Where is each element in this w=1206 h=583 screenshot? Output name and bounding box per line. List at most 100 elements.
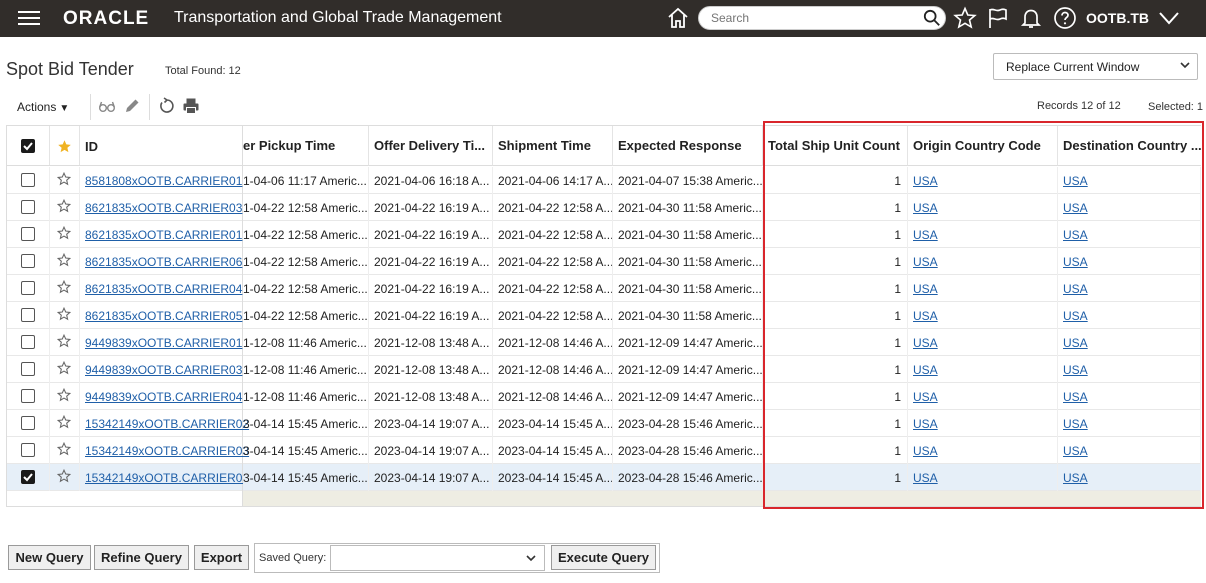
cell-destination-country-link[interactable]: USA bbox=[1063, 363, 1088, 377]
cell-origin-country-link[interactable]: USA bbox=[913, 282, 938, 296]
row-checkbox[interactable] bbox=[21, 281, 35, 295]
cell-destination-country-link[interactable]: USA bbox=[1063, 174, 1088, 188]
table-row[interactable]: 8621835xOOTB.CARRIER05 bbox=[7, 302, 242, 329]
user-name[interactable]: OOTB.TB bbox=[1086, 10, 1149, 26]
row-id-link[interactable]: 8581808xOOTB.CARRIER01 bbox=[85, 174, 242, 188]
cell-origin-country-link[interactable]: USA bbox=[913, 363, 938, 377]
edit-pencil-icon[interactable] bbox=[123, 97, 141, 115]
view-glasses-icon[interactable] bbox=[98, 97, 116, 115]
execute-query-button[interactable]: Execute Query bbox=[551, 545, 656, 570]
favorite-star-icon[interactable] bbox=[57, 307, 71, 321]
table-row[interactable]: 1-04-22 12:58 Americ... 2021-04-22 16:19 … bbox=[243, 221, 1201, 248]
cell-origin-country-link[interactable]: USA bbox=[913, 309, 938, 323]
cell-origin-country-link[interactable]: USA bbox=[913, 201, 938, 215]
row-id-link[interactable]: 9449839xOOTB.CARRIER03 bbox=[85, 363, 242, 377]
cell-origin-country-link[interactable]: USA bbox=[913, 417, 938, 431]
table-row[interactable]: 1-12-08 11:46 Americ... 2021-12-08 13:48 … bbox=[243, 356, 1201, 383]
refresh-icon[interactable] bbox=[158, 97, 176, 115]
table-row[interactable]: 8621835xOOTB.CARRIER04 bbox=[7, 275, 242, 302]
row-checkbox[interactable] bbox=[21, 389, 35, 403]
cell-origin-country-link[interactable]: USA bbox=[913, 336, 938, 350]
hamburger-menu-icon[interactable] bbox=[18, 11, 40, 26]
favorite-star-icon[interactable] bbox=[57, 334, 71, 348]
table-row[interactable]: 3-04-14 15:45 Americ... 2023-04-14 19:07 … bbox=[243, 437, 1201, 464]
table-row[interactable]: 8621835xOOTB.CARRIER03 bbox=[7, 194, 242, 221]
favorite-star-icon[interactable] bbox=[57, 226, 71, 240]
refine-query-button[interactable]: Refine Query bbox=[94, 545, 189, 570]
column-header-delivery[interactable]: Offer Delivery Ti... bbox=[369, 126, 493, 166]
table-row[interactable]: 9449839xOOTB.CARRIER01 bbox=[7, 329, 242, 356]
export-button[interactable]: Export bbox=[194, 545, 249, 570]
cell-destination-country-link[interactable]: USA bbox=[1063, 255, 1088, 269]
row-id-link[interactable]: 8621835xOOTB.CARRIER04 bbox=[85, 282, 242, 296]
table-row[interactable]: 8621835xOOTB.CARRIER06 bbox=[7, 248, 242, 275]
favorite-header-star-icon[interactable] bbox=[57, 139, 72, 154]
table-row[interactable]: 15342149xOOTB.CARRIER03 bbox=[7, 437, 249, 464]
row-id-link[interactable]: 8621835xOOTB.CARRIER06 bbox=[85, 255, 242, 269]
cell-destination-country-link[interactable]: USA bbox=[1063, 336, 1088, 350]
table-row[interactable]: 1-04-22 12:58 Americ... 2021-04-22 16:19 … bbox=[243, 275, 1201, 302]
row-id-link[interactable]: 15342149xOOTB.CARRIER01 bbox=[85, 471, 249, 485]
favorite-star-icon[interactable] bbox=[57, 415, 71, 429]
row-id-link[interactable]: 9449839xOOTB.CARRIER01 bbox=[85, 336, 242, 350]
favorite-star-icon[interactable] bbox=[57, 199, 71, 213]
cell-destination-country-link[interactable]: USA bbox=[1063, 390, 1088, 404]
table-row[interactable]: 1-04-06 11:17 Americ... 2021-04-06 16:18 … bbox=[243, 167, 1201, 194]
cell-destination-country-link[interactable]: USA bbox=[1063, 309, 1088, 323]
row-id-link[interactable]: 8621835xOOTB.CARRIER01 bbox=[85, 228, 242, 242]
favorite-star-icon[interactable] bbox=[57, 442, 71, 456]
table-row[interactable]: 9449839xOOTB.CARRIER03 bbox=[7, 356, 242, 383]
column-header-shipment-time[interactable]: Shipment Time bbox=[493, 126, 613, 166]
row-checkbox[interactable] bbox=[21, 200, 35, 214]
row-checkbox[interactable] bbox=[21, 470, 35, 484]
print-icon[interactable] bbox=[182, 97, 200, 115]
row-checkbox[interactable] bbox=[21, 173, 35, 187]
favorite-star-icon[interactable] bbox=[57, 361, 71, 375]
table-row[interactable]: 1-12-08 11:46 Americ... 2021-12-08 13:48 … bbox=[243, 383, 1201, 410]
table-row[interactable]: 15342149xOOTB.CARRIER01 bbox=[7, 464, 249, 491]
search-icon[interactable] bbox=[923, 9, 941, 27]
column-header-destination-country[interactable]: Destination Country ... bbox=[1058, 126, 1201, 166]
row-id-link[interactable]: 9449839xOOTB.CARRIER04 bbox=[85, 390, 242, 404]
table-row[interactable]: 9449839xOOTB.CARRIER04 bbox=[7, 383, 242, 410]
favorite-star-icon[interactable] bbox=[57, 253, 71, 267]
column-header-id[interactable]: ID bbox=[85, 139, 98, 154]
cell-destination-country-link[interactable]: USA bbox=[1063, 471, 1088, 485]
table-row[interactable]: 15342149xOOTB.CARRIER02 bbox=[7, 410, 249, 437]
row-checkbox[interactable] bbox=[21, 308, 35, 322]
favorite-star-icon[interactable] bbox=[57, 388, 71, 402]
home-icon[interactable] bbox=[666, 6, 690, 30]
row-checkbox[interactable] bbox=[21, 227, 35, 241]
cell-origin-country-link[interactable]: USA bbox=[913, 471, 938, 485]
column-header-total-ship-unit-count[interactable]: Total Ship Unit Count bbox=[763, 126, 908, 166]
table-row[interactable]: 1-04-22 12:58 Americ... 2021-04-22 16:19 … bbox=[243, 302, 1201, 329]
cell-destination-country-link[interactable]: USA bbox=[1063, 444, 1088, 458]
table-row[interactable]: 8621835xOOTB.CARRIER01 bbox=[7, 221, 242, 248]
row-checkbox[interactable] bbox=[21, 443, 35, 457]
table-row[interactable]: 1-04-22 12:58 Americ... 2021-04-22 16:19 … bbox=[243, 248, 1201, 275]
cell-origin-country-link[interactable]: USA bbox=[913, 444, 938, 458]
row-id-link[interactable]: 8621835xOOTB.CARRIER05 bbox=[85, 309, 242, 323]
cell-origin-country-link[interactable]: USA bbox=[913, 255, 938, 269]
window-mode-select[interactable]: Replace Current Window bbox=[993, 53, 1198, 80]
row-checkbox[interactable] bbox=[21, 362, 35, 376]
favorite-star-icon[interactable] bbox=[57, 172, 71, 186]
column-header-origin-country-code[interactable]: Origin Country Code bbox=[908, 126, 1058, 166]
column-header-pickup[interactable]: er Pickup Time bbox=[243, 126, 369, 166]
table-row[interactable]: 1-04-22 12:58 Americ... 2021-04-22 16:19 … bbox=[243, 194, 1201, 221]
table-row[interactable]: 8581808xOOTB.CARRIER01 bbox=[7, 167, 242, 194]
row-id-link[interactable]: 8621835xOOTB.CARRIER03 bbox=[85, 201, 242, 215]
table-row[interactable]: 3-04-14 15:45 Americ... 2023-04-14 19:07 … bbox=[243, 464, 1201, 491]
select-all-checkbox[interactable] bbox=[21, 139, 35, 153]
row-checkbox[interactable] bbox=[21, 335, 35, 349]
row-checkbox[interactable] bbox=[21, 416, 35, 430]
cell-destination-country-link[interactable]: USA bbox=[1063, 228, 1088, 242]
help-icon[interactable] bbox=[1053, 6, 1077, 30]
row-checkbox[interactable] bbox=[21, 254, 35, 268]
column-header-expected-response[interactable]: Expected Response bbox=[613, 126, 763, 166]
cell-destination-country-link[interactable]: USA bbox=[1063, 282, 1088, 296]
user-menu-chevron-icon[interactable] bbox=[1157, 6, 1181, 30]
favorite-star-icon[interactable] bbox=[57, 280, 71, 294]
cell-origin-country-link[interactable]: USA bbox=[913, 228, 938, 242]
row-id-link[interactable]: 15342149xOOTB.CARRIER03 bbox=[85, 444, 249, 458]
